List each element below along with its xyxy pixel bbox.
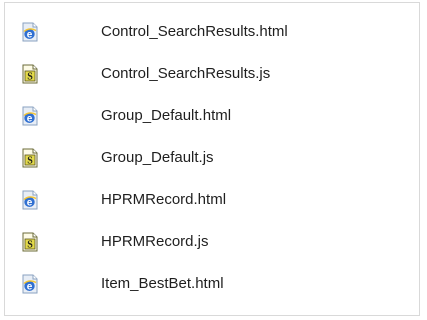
file-item-group-default-html[interactable]: e Group_Default.html xyxy=(5,95,419,137)
html-file-icon: e xyxy=(21,274,39,294)
file-list: e Control_SearchResults.html S Control_S… xyxy=(5,11,419,305)
file-list-panel: e Control_SearchResults.html S Control_S… xyxy=(4,2,420,316)
js-file-icon: S xyxy=(21,64,39,84)
svg-text:e: e xyxy=(27,282,33,293)
svg-text:S: S xyxy=(27,156,33,167)
file-name: HPRMRecord.js xyxy=(101,233,209,250)
html-file-icon: e xyxy=(21,106,39,126)
file-name: Control_SearchResults.html xyxy=(101,23,288,40)
html-file-icon: e xyxy=(21,22,39,42)
file-name: Control_SearchResults.js xyxy=(101,65,271,82)
svg-text:e: e xyxy=(27,198,33,209)
js-file-icon: S xyxy=(21,148,39,168)
svg-text:e: e xyxy=(27,114,33,125)
svg-text:S: S xyxy=(27,240,33,251)
file-item-control-searchresults-js[interactable]: S Control_SearchResults.js xyxy=(5,53,419,95)
file-name: Item_BestBet.html xyxy=(101,275,224,292)
svg-text:e: e xyxy=(27,30,33,41)
file-item-hprmrecord-html[interactable]: e HPRMRecord.html xyxy=(5,179,419,221)
svg-text:S: S xyxy=(27,72,33,83)
file-item-item-bestbet-html[interactable]: e Item_BestBet.html xyxy=(5,263,419,305)
file-name: HPRMRecord.html xyxy=(101,191,227,208)
js-file-icon: S xyxy=(21,232,39,252)
file-item-group-default-js[interactable]: S Group_Default.js xyxy=(5,137,419,179)
file-name: Group_Default.html xyxy=(101,107,232,124)
file-item-control-searchresults-html[interactable]: e Control_SearchResults.html xyxy=(5,11,419,53)
file-name: Group_Default.js xyxy=(101,149,214,166)
html-file-icon: e xyxy=(21,190,39,210)
file-item-hprmrecord-js[interactable]: S HPRMRecord.js xyxy=(5,221,419,263)
